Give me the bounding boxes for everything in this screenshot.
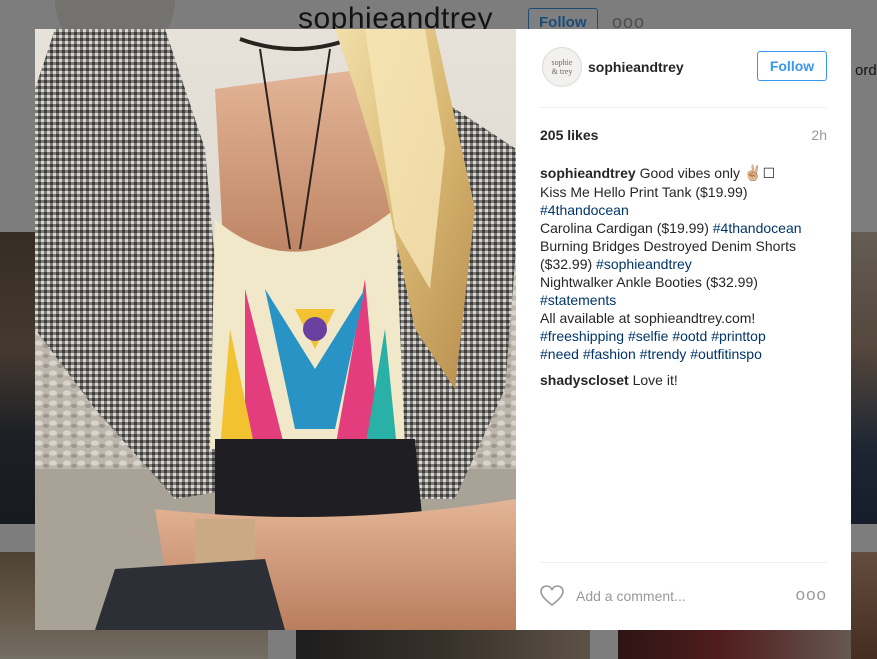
comment-footer: Add a comment... ooo xyxy=(540,562,827,631)
hashtag-link[interactable]: #selfie xyxy=(628,328,668,344)
missing-glyph-icon: ☐ xyxy=(762,165,776,181)
caption-line: All available at sophieandtrey.com! xyxy=(540,310,756,326)
hashtag-link[interactable]: #ootd xyxy=(672,328,707,344)
caption-line: ($32.99) xyxy=(540,256,593,272)
likes-count[interactable]: 205 likes xyxy=(540,127,598,143)
post-header: sophie & trey sophieandtrey Follow xyxy=(540,29,827,108)
avatar-logo-icon: sophie & trey xyxy=(545,50,579,84)
post-photo[interactable] xyxy=(35,29,516,630)
post-time[interactable]: 2h xyxy=(811,127,827,143)
caption-line: Carolina Cardigan ($19.99) xyxy=(540,220,709,236)
hashtag-link[interactable]: #printtop xyxy=(711,328,765,344)
follow-button[interactable]: Follow xyxy=(757,51,827,81)
hashtag-link[interactable]: #statements xyxy=(540,292,616,308)
post-caption: sophieandtrey Good vibes only ✌🏼☐ Kiss M… xyxy=(540,164,827,389)
add-comment-input[interactable]: Add a comment... xyxy=(576,588,686,604)
hashtag-link[interactable]: #4thandocean xyxy=(713,220,802,236)
avatar-logo-text-2: & trey xyxy=(552,67,573,76)
victory-hand-icon: ✌🏼 xyxy=(743,165,763,182)
hashtag-link[interactable]: #trendy xyxy=(640,346,687,362)
caption-line: Nightwalker Ankle Booties ($32.99) xyxy=(540,274,758,290)
hashtag-link[interactable]: #need xyxy=(540,346,579,362)
hashtag-link[interactable]: #freeshipping xyxy=(540,328,624,344)
hashtag-link[interactable]: #sophieandtrey xyxy=(596,256,692,272)
post-photo-illustration xyxy=(35,29,516,630)
comment-username[interactable]: shadyscloset xyxy=(540,372,629,388)
post-details-panel: sophie & trey sophieandtrey Follow 205 l… xyxy=(516,29,851,630)
hashtag-link[interactable]: #4thandocean xyxy=(540,202,629,218)
author-username[interactable]: sophieandtrey xyxy=(588,59,684,75)
author-avatar[interactable]: sophie & trey xyxy=(542,47,582,87)
more-options-icon[interactable]: ooo xyxy=(796,585,827,605)
hashtag-link[interactable]: #fashion xyxy=(583,346,636,362)
post-stats: 205 likes 2h xyxy=(540,127,827,143)
caption-line: Kiss Me Hello Print Tank ($19.99) xyxy=(540,184,748,200)
avatar-logo-text-1: sophie xyxy=(552,58,573,67)
caption-line: Burning Bridges Destroyed Denim Shorts xyxy=(540,238,797,254)
caption-text: Good vibes only xyxy=(639,165,740,181)
comment-item: shadyscloset Love it! xyxy=(540,371,827,389)
comment-text: Love it! xyxy=(632,372,678,388)
caption-username[interactable]: sophieandtrey xyxy=(540,165,636,181)
post-modal: sophie & trey sophieandtrey Follow 205 l… xyxy=(35,29,851,630)
hashtag-link[interactable]: #outfitinspo xyxy=(690,346,762,362)
heart-icon[interactable] xyxy=(540,585,564,607)
